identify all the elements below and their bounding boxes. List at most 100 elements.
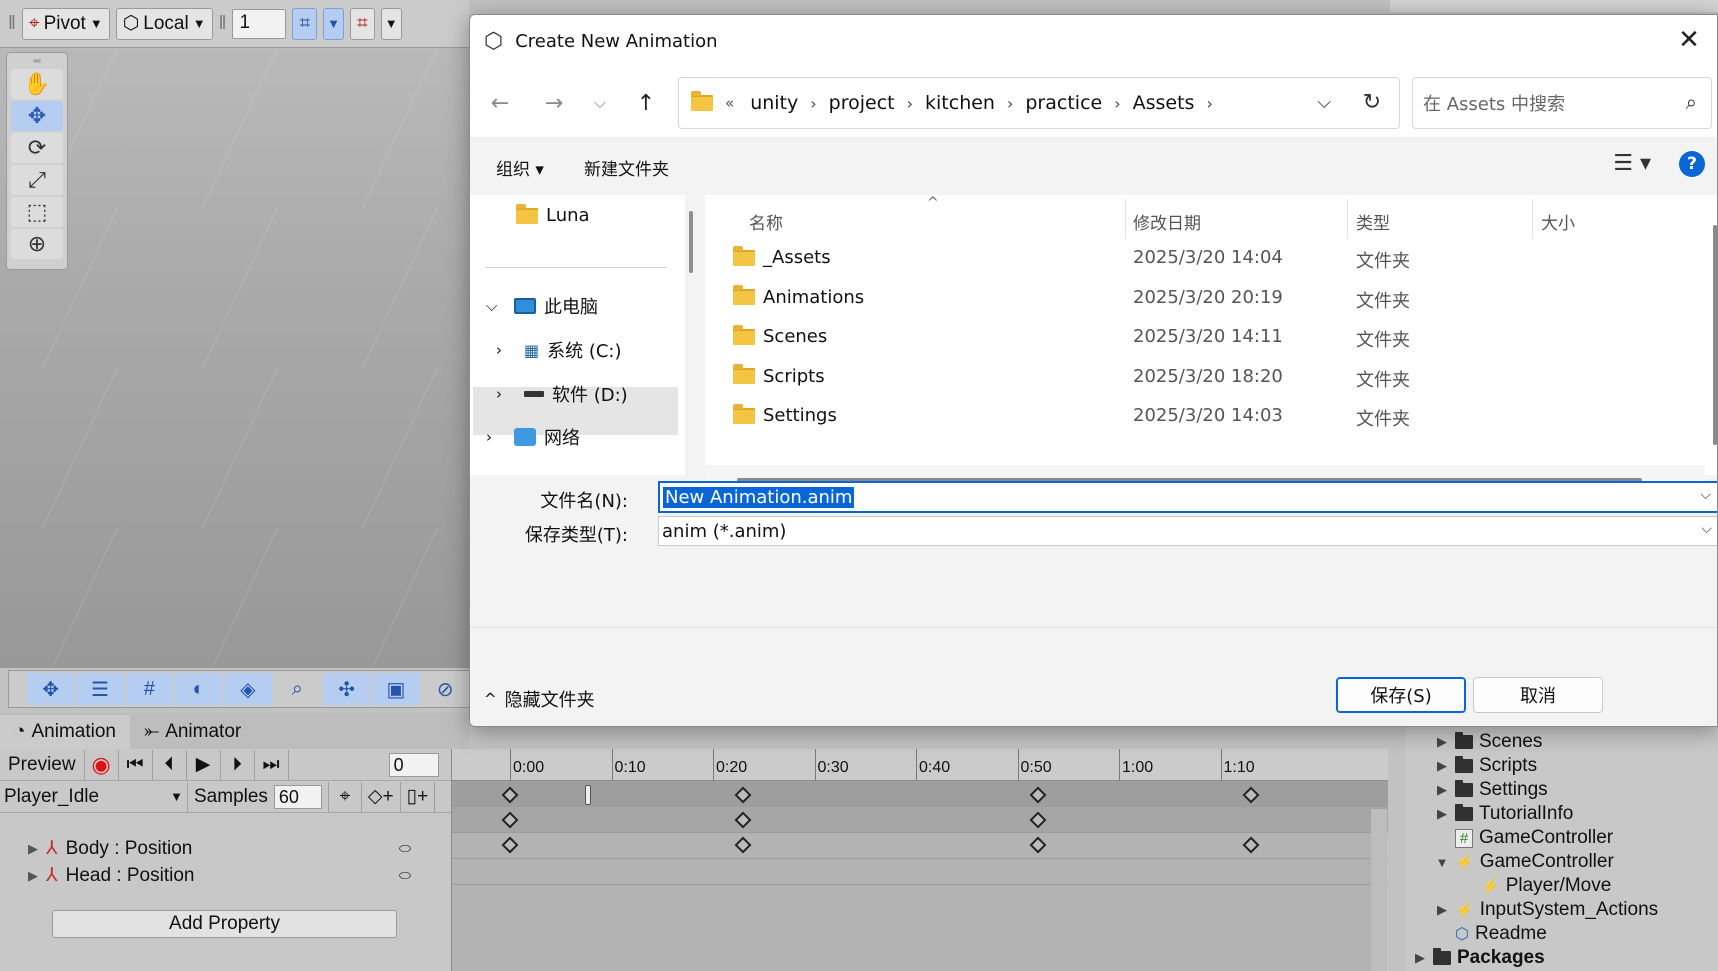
chevron-right-icon[interactable]: ›	[1202, 94, 1216, 113]
project-tree-item[interactable]: ▶ Scenes	[1405, 730, 1718, 754]
scene-view[interactable]	[0, 48, 469, 668]
breadcrumb-item[interactable]: project	[821, 92, 903, 114]
last-key-button[interactable]: ⏭	[255, 749, 289, 780]
property-row[interactable]: ▶ ⅄ Head : Position ⬭	[0, 862, 451, 889]
chevron-right-icon[interactable]: ›	[806, 94, 820, 113]
hand-tool[interactable]: ✋	[11, 69, 63, 99]
column-header-type[interactable]: 类型	[1356, 209, 1390, 234]
chevron-right-icon[interactable]: ›	[496, 385, 516, 403]
organize-menu[interactable]: 组织 ▾	[496, 155, 544, 180]
filename-field[interactable]: New Animation.anim ⌵	[658, 481, 1717, 513]
grid-size-field[interactable]: 1	[232, 8, 287, 39]
dopesheet-timeline[interactable]: 0:00 0:10 0:20 0:30 0:40 0:50 1:00 1:10	[451, 749, 1388, 971]
scale-tool[interactable]: ⤢	[11, 165, 63, 195]
project-tree-item[interactable]: ▶ ⚡ InputSystem_Actions	[1405, 898, 1718, 922]
grid-snap-button[interactable]: ⌗	[292, 7, 318, 40]
search-box[interactable]: 在 Assets 中搜索 ⌕	[1412, 77, 1712, 129]
expand-triangle-icon[interactable]: ▶	[28, 841, 38, 857]
increment-snap-dropdown[interactable]: ▼	[380, 7, 402, 40]
breadcrumb-item[interactable]: unity	[742, 92, 806, 114]
rotate-tool[interactable]: ⟳	[11, 133, 63, 163]
file-row[interactable]: Scripts 2025/3/20 18:20 文件夹	[705, 358, 1685, 398]
forward-button[interactable]: →	[536, 85, 572, 121]
up-button[interactable]: ↑	[628, 85, 664, 121]
expand-triangle-icon[interactable]: ▶	[1435, 782, 1449, 798]
new-folder-button[interactable]: 新建文件夹	[584, 155, 669, 180]
chevron-down-icon[interactable]: ⌵	[486, 297, 506, 315]
next-key-button[interactable]: ⏵	[221, 749, 255, 780]
file-list-vscroll[interactable]	[1713, 225, 1717, 445]
overlay-button-gizmo[interactable]: ✣	[322, 673, 371, 705]
nav-scrollbar[interactable]	[689, 211, 693, 273]
property-row[interactable]: ▶ ⅄ Body : Position ⬭	[0, 835, 451, 862]
address-bar[interactable]: « unity › project › kitchen › practice › Assets ›…	[678, 77, 1400, 129]
expand-triangle-icon[interactable]: ▶	[1413, 950, 1427, 966]
chevron-right-icon[interactable]: ›	[486, 428, 506, 446]
timeline-scrollbar[interactable]	[1371, 809, 1387, 971]
column-header-date[interactable]: 修改日期	[1133, 209, 1201, 234]
pivot-dropdown[interactable]: ⌖ Pivot ▼	[21, 7, 110, 40]
clip-dropdown[interactable]: Player_Idle ▼	[0, 781, 188, 812]
add-keyframe-button[interactable]: ◇+	[362, 781, 401, 812]
add-property-button[interactable]: Add Property	[52, 910, 397, 938]
chevron-right-icon[interactable]: ›	[1003, 94, 1017, 113]
nav-item-drive-d[interactable]: › 软件 (D:)	[496, 381, 628, 407]
tab-animation[interactable]: ◔ Animation	[0, 715, 130, 749]
column-header-size[interactable]: 大小	[1541, 209, 1575, 234]
key-filter-button[interactable]: ⌖	[327, 781, 362, 812]
column-divider[interactable]	[1347, 199, 1348, 239]
chevron-right-icon[interactable]: ›	[496, 341, 516, 359]
add-event-button[interactable]: ▯+	[401, 781, 436, 812]
chevron-down-icon[interactable]: ⌵	[1700, 487, 1711, 503]
file-row[interactable]: Settings 2025/3/20 14:03 文件夹	[705, 397, 1685, 437]
project-tree-item[interactable]: ▶ Scripts	[1405, 754, 1718, 778]
breadcrumb-item[interactable]: Assets	[1125, 92, 1203, 114]
cancel-button[interactable]: 取消	[1473, 677, 1603, 713]
visibility-toggle-icon[interactable]: ⬭	[399, 840, 411, 857]
expand-triangle-icon[interactable]: ▶	[1435, 734, 1449, 750]
visibility-toggle-icon[interactable]: ⬭	[399, 867, 411, 884]
project-tree-item[interactable]: ▼ ⚡ GameController	[1405, 850, 1718, 874]
hide-folders-toggle[interactable]: ^ 隐藏文件夹	[484, 686, 595, 712]
project-tree-item[interactable]: ▶ Packages	[1405, 946, 1718, 970]
chevron-right-icon[interactable]: ›	[1110, 94, 1124, 113]
address-history-button[interactable]: ⌵	[1317, 92, 1331, 113]
column-divider[interactable]	[1532, 199, 1533, 239]
nav-item-drive-c[interactable]: › ▦ 系统 (C:)	[496, 337, 622, 363]
nav-item-luna[interactable]: Luna	[516, 203, 590, 226]
view-options-button[interactable]: ☰ ▾	[1613, 151, 1651, 176]
overlay-button-move[interactable]: ✥	[27, 673, 75, 705]
help-button[interactable]: ?	[1679, 151, 1705, 177]
nav-item-this-pc[interactable]: ⌵ 此电脑	[486, 293, 598, 319]
column-divider[interactable]	[1125, 199, 1126, 239]
time-ruler[interactable]: 0:00 0:10 0:20 0:30 0:40 0:50 1:00 1:10	[452, 749, 1388, 781]
expand-triangle-icon[interactable]: ▶	[1435, 902, 1449, 918]
nav-item-network[interactable]: › 网络	[486, 424, 580, 450]
first-key-button[interactable]: ⏮	[119, 749, 153, 780]
overlay-button-shading[interactable]: ◐	[174, 673, 223, 705]
play-button[interactable]: ▶	[187, 749, 221, 780]
overlay-button-compass[interactable]: ⊘	[422, 673, 469, 705]
record-button[interactable]: ◉	[85, 749, 119, 780]
samples-field[interactable]: 60	[273, 784, 322, 809]
preview-toggle[interactable]: Preview	[0, 749, 85, 780]
expand-triangle-icon[interactable]: ▼	[1435, 855, 1449, 870]
expand-triangle-icon[interactable]: ▶	[28, 868, 38, 884]
expand-triangle-icon[interactable]: ▶	[1435, 758, 1449, 774]
transform-tool[interactable]: ⊕	[11, 229, 63, 259]
overlay-button-camera[interactable]: ▣	[372, 673, 420, 705]
rect-tool[interactable]: ⬚	[11, 197, 63, 227]
expand-triangle-icon[interactable]: ▶	[1435, 806, 1449, 822]
project-tree-item[interactable]: ⚡ Player/Move	[1405, 874, 1718, 898]
recent-locations-button[interactable]: ⌵	[582, 85, 618, 121]
filetype-select[interactable]: anim (*.anim) ⌵	[658, 516, 1717, 546]
local-dropdown[interactable]: ⬡ Local ▼	[115, 7, 213, 40]
increment-snap-button[interactable]: ⌗	[350, 7, 375, 40]
file-row[interactable]: Animations 2025/3/20 20:19 文件夹	[705, 279, 1685, 319]
breadcrumb-item[interactable]: practice	[1017, 92, 1110, 114]
refresh-button[interactable]: ↻	[1363, 90, 1381, 115]
overlay-button-search[interactable]: ⌕	[274, 673, 321, 705]
back-button[interactable]: ←	[482, 85, 518, 121]
column-header-name[interactable]: 名称	[749, 209, 783, 234]
move-tool[interactable]: ✥	[11, 101, 63, 131]
